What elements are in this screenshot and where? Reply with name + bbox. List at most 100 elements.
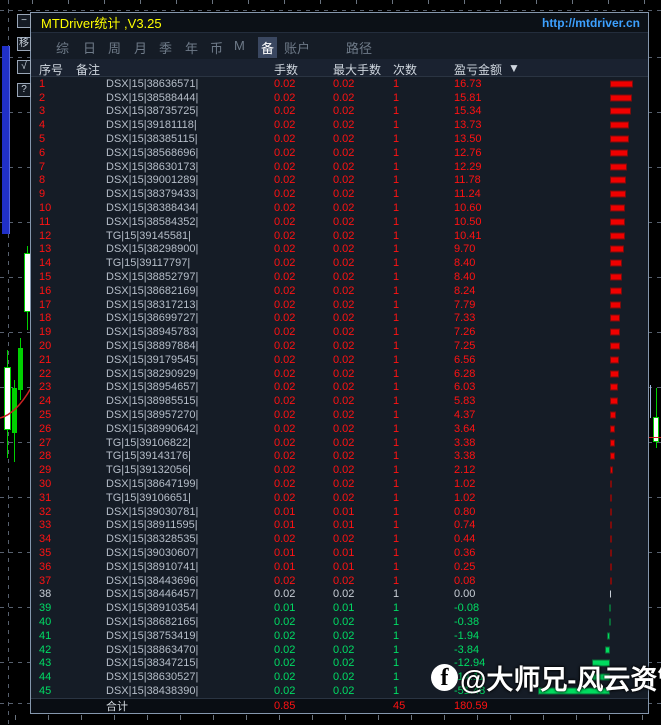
row-seq: 4 [39, 119, 46, 132]
table-row[interactable]: 2 DSX|15|38588444| 0.02 0.02 1 15.81 [31, 91, 648, 105]
header-lots[interactable]: 手数 [274, 61, 298, 78]
menu-item-5[interactable]: 季 [159, 38, 172, 57]
mtdriver-stats-window: MTDriver统计 ,V3.25 http://mtdriver.cn 综日周… [30, 12, 649, 714]
row-lots: 0.02 [274, 574, 296, 587]
sort-desc-icon[interactable]: ▼ [508, 61, 520, 75]
table-row[interactable]: 22 DSX|15|38290929| 0.02 0.02 1 6.28 [31, 367, 648, 381]
table-row[interactable]: 34 DSX|15|38328535| 0.02 0.02 1 0.44 [31, 532, 648, 546]
table-row[interactable]: 10 DSX|15|38388434| 0.02 0.02 1 10.60 [31, 201, 648, 215]
row-profit: 8.40 [454, 270, 476, 283]
table-row[interactable]: 32 DSX|15|39030781| 0.01 0.01 1 0.80 [31, 505, 648, 519]
menu-item-2[interactable]: 日 [83, 38, 96, 57]
row-note: DSX|15|38347215| [106, 657, 199, 670]
row-seq: 11 [39, 215, 51, 228]
table-row[interactable]: 31 TG|15|39106651| 0.02 0.02 1 1.02 [31, 491, 648, 505]
table-row[interactable]: 13 DSX|15|38298900| 0.02 0.02 1 9.70 [31, 243, 648, 257]
table-row[interactable]: 5 DSX|15|38385115| 0.02 0.02 1 13.50 [31, 132, 648, 146]
row-profit: 12.29 [454, 160, 482, 173]
row-max-lots: 0.02 [333, 464, 355, 477]
table-row[interactable]: 38 DSX|15|38446457| 0.02 0.02 1 0.00 [31, 587, 648, 601]
table-row[interactable]: 3 DSX|15|38735725| 0.02 0.02 1 15.34 [31, 105, 648, 119]
check-button[interactable]: √ [17, 60, 31, 74]
table-row[interactable]: 39 DSX|15|38910354| 0.01 0.01 1 -0.08 [31, 601, 648, 615]
row-count: 1 [393, 574, 400, 587]
table-row[interactable]: 29 TG|15|39132056| 0.02 0.02 1 2.12 [31, 463, 648, 477]
menu-item-11[interactable]: 路径 [346, 38, 372, 57]
profit-bar [610, 425, 616, 433]
table-row[interactable]: 4 DSX|15|39181118| 0.02 0.02 1 13.73 [31, 118, 648, 132]
table-row[interactable]: 27 TG|15|39106822| 0.02 0.02 1 3.38 [31, 436, 648, 450]
table-row[interactable]: 7 DSX|15|38630173| 0.02 0.02 1 12.29 [31, 160, 648, 174]
menu-item-1[interactable]: 综 [56, 38, 69, 57]
table-row[interactable]: 37 DSX|15|38443696| 0.02 0.02 1 0.08 [31, 574, 648, 588]
table-row[interactable]: 18 DSX|15|38699727| 0.02 0.02 1 7.33 [31, 311, 648, 325]
header-seq[interactable]: 序号 [39, 61, 63, 78]
table-row[interactable]: 20 DSX|15|38897884| 0.02 0.02 1 7.25 [31, 339, 648, 353]
table-row[interactable]: 45 DSX|15|38438390| 0.02 0.02 1 -51.48 [31, 684, 648, 698]
table-body: 1 DSX|15|38636571| 0.02 0.02 1 16.73 2 DSX|15|3… [31, 77, 648, 698]
profit-bar [610, 218, 625, 226]
table-row[interactable]: 24 DSX|15|38985515| 0.02 0.02 1 5.83 [31, 394, 648, 408]
table-row[interactable]: 1 DSX|15|38636571| 0.02 0.02 1 16.73 [31, 77, 648, 91]
table-row[interactable]: 16 DSX|15|38682169| 0.02 0.02 1 8.24 [31, 284, 648, 298]
row-seq: 40 [39, 615, 52, 628]
table-row[interactable]: 26 DSX|15|38990642| 0.02 0.02 1 3.64 [31, 422, 648, 436]
table-row[interactable]: 23 DSX|15|38954657| 0.02 0.02 1 6.03 [31, 380, 648, 394]
header-max-lots[interactable]: 最大手数 [333, 61, 381, 78]
table-row[interactable]: 14 TG|15|39117797| 0.02 0.02 1 8.40 [31, 256, 648, 270]
header-note[interactable]: 备注 [76, 61, 100, 78]
row-seq: 39 [39, 602, 52, 615]
table-row[interactable]: 8 DSX|15|39001289| 0.02 0.02 1 11.78 [31, 174, 648, 188]
title-bar[interactable]: MTDriver统计 ,V3.25 http://mtdriver.cn [31, 13, 648, 33]
table-row[interactable]: 25 DSX|15|38957270| 0.02 0.02 1 4.37 [31, 408, 648, 422]
help-button[interactable]: ? [17, 83, 31, 97]
row-count: 1 [393, 188, 400, 201]
row-note: DSX|15|38379433| [106, 188, 199, 201]
table-row[interactable]: 35 DSX|15|39030607| 0.01 0.01 1 0.36 [31, 546, 648, 560]
candle-body [653, 417, 659, 442]
row-lots: 0.02 [274, 629, 296, 642]
table-row[interactable]: 33 DSX|15|38911595| 0.01 0.01 1 0.74 [31, 518, 648, 532]
table-row[interactable]: 42 DSX|15|38863470| 0.02 0.02 1 -3.84 [31, 643, 648, 657]
table-row[interactable]: 43 DSX|15|38347215| 0.02 0.02 1 -12.94 [31, 656, 648, 670]
chart-axis-tick [114, 715, 115, 720]
table-row[interactable]: 36 DSX|15|38910741| 0.01 0.01 1 0.25 [31, 560, 648, 574]
chart-axis-tick [32, 0, 33, 4]
table-row[interactable]: 15 DSX|15|38852797| 0.02 0.02 1 8.40 [31, 270, 648, 284]
row-max-lots: 0.02 [333, 257, 355, 270]
menu-item-7[interactable]: 币 [210, 38, 223, 57]
table-row[interactable]: 19 DSX|15|38945783| 0.02 0.02 1 7.26 [31, 325, 648, 339]
menu-item-8[interactable]: M [234, 38, 245, 53]
table-row[interactable]: 44 DSX|15|38630527| 0.02 0.02 1 -14.11 [31, 670, 648, 684]
table-row[interactable]: 28 TG|15|39143176| 0.02 0.02 1 3.38 [31, 449, 648, 463]
menu-item-4[interactable]: 月 [134, 38, 147, 57]
table-row[interactable]: 6 DSX|15|38568696| 0.02 0.02 1 12.76 [31, 146, 648, 160]
row-count: 1 [393, 560, 400, 573]
row-profit: 11.24 [454, 188, 481, 201]
table-row[interactable]: 21 DSX|15|39179545| 0.02 0.02 1 6.56 [31, 353, 648, 367]
header-count[interactable]: 次数 [393, 61, 417, 78]
move-button[interactable]: 移 [17, 37, 31, 51]
profit-bar [610, 480, 612, 488]
profit-bar [610, 397, 619, 405]
table-row[interactable]: 17 DSX|15|38317213| 0.02 0.02 1 7.79 [31, 298, 648, 312]
table-row[interactable]: 41 DSX|15|38753419| 0.02 0.02 1 -1.94 [31, 629, 648, 643]
table-row[interactable]: 9 DSX|15|38379433| 0.02 0.02 1 11.24 [31, 187, 648, 201]
chart-axis-tick [68, 0, 69, 4]
header-profit[interactable]: 盈亏金额 [454, 61, 502, 78]
menu-item-10[interactable]: 账户 [284, 38, 310, 57]
row-profit: 11.78 [454, 174, 481, 187]
menu-item-3[interactable]: 周 [108, 38, 121, 57]
table-row[interactable]: 40 DSX|15|38682165| 0.02 0.02 1 -0.38 [31, 615, 648, 629]
table-row[interactable]: 12 TG|15|39145581| 0.02 0.02 1 10.41 [31, 229, 648, 243]
menu-item-9[interactable]: 备 [258, 37, 278, 58]
chart-axis-tick [356, 0, 357, 4]
website-link[interactable]: http://mtdriver.cn [542, 16, 640, 30]
menu-item-6[interactable]: 年 [185, 38, 198, 57]
table-row[interactable]: 30 DSX|15|38647199| 0.02 0.02 1 1.02 [31, 477, 648, 491]
table-row[interactable]: 11 DSX|15|38584352| 0.02 0.02 1 10.50 [31, 215, 648, 229]
row-note: DSX|15|38990642| [106, 422, 199, 435]
minimize-button[interactable]: − [17, 14, 31, 28]
row-count: 1 [393, 339, 400, 352]
price-line-red [649, 437, 661, 438]
